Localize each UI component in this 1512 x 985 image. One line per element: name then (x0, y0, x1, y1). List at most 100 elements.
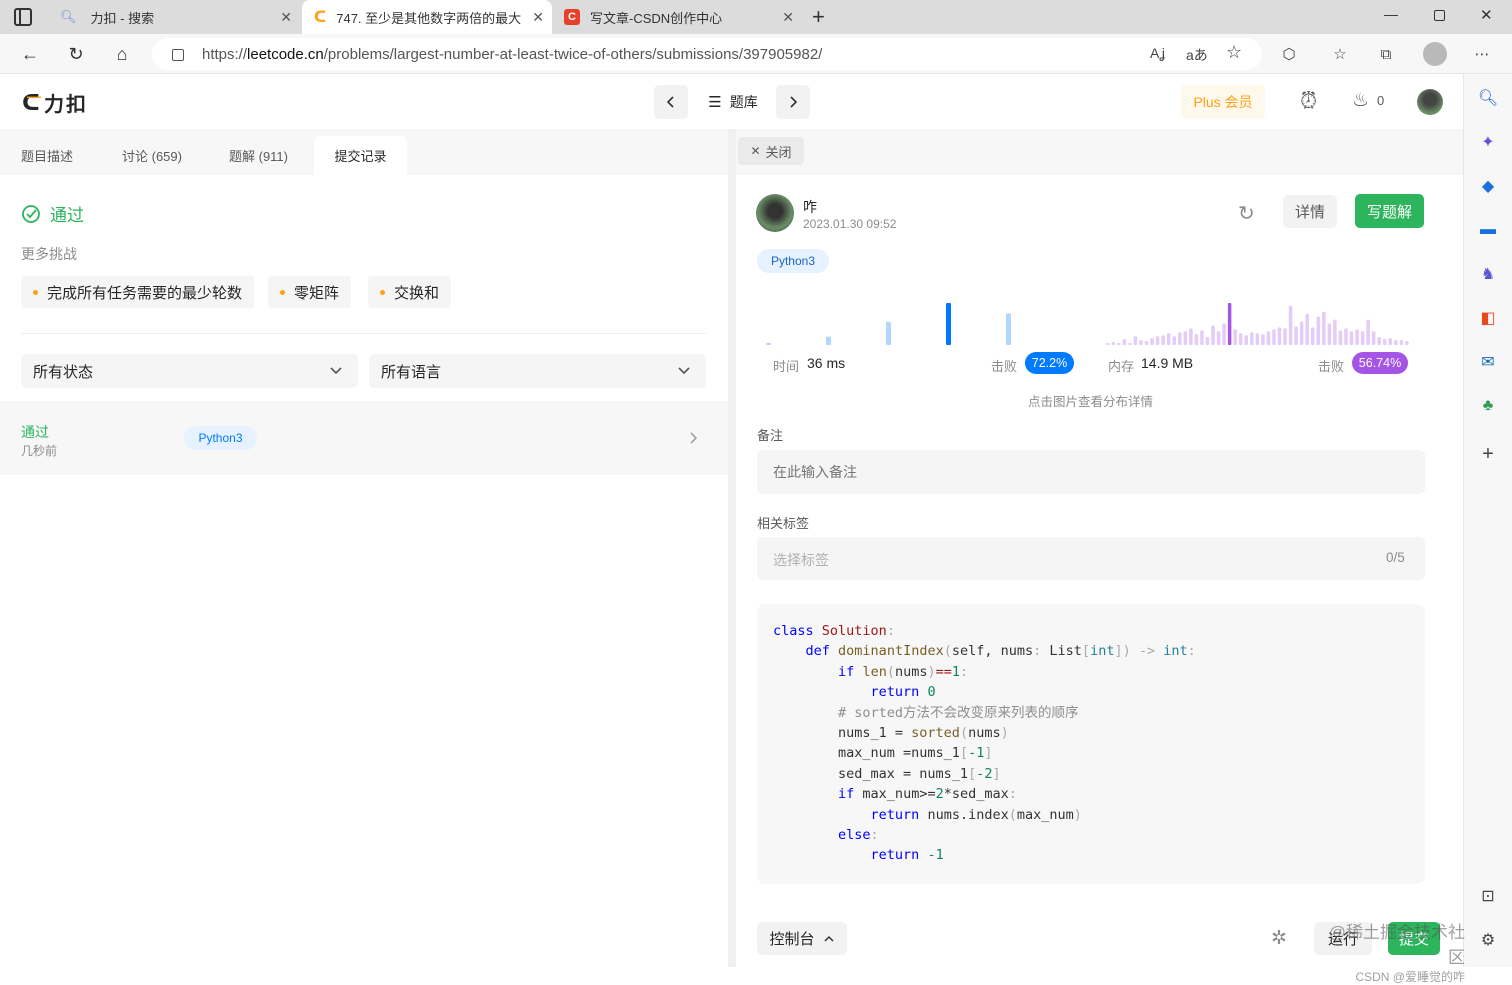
alarm-clock-icon[interactable]: ⏰︎ (1300, 88, 1317, 114)
collections-icon[interactable]: ⧉ (1374, 42, 1398, 66)
tab-description[interactable]: 题目描述 (21, 136, 73, 175)
outlook-icon[interactable]: ✉ (1476, 350, 1500, 374)
copilot-icon[interactable]: ✦ (1476, 130, 1500, 154)
console-button[interactable]: 控制台 (757, 922, 847, 955)
more-menu-icon[interactable]: ⋯ (1470, 42, 1494, 66)
home-button[interactable]: ⌂ (108, 40, 136, 68)
close-icon[interactable]: ✕ (782, 9, 794, 26)
submission-status: 通过 (21, 424, 49, 440)
back-button[interactable]: ← (16, 40, 44, 68)
status-filter-select[interactable]: 所有状态 (21, 354, 358, 388)
panel-divider[interactable] (728, 129, 736, 967)
plus-member-button[interactable]: Plus 会员 (1181, 85, 1265, 119)
next-problem-button[interactable] (776, 85, 810, 119)
problem-list-button[interactable]: ☰ 题库 (696, 85, 770, 119)
sidebar-toggle-icon[interactable]: ⊡ (1476, 884, 1500, 908)
chart-bar (1288, 305, 1293, 345)
favorites-icon[interactable]: ☆ (1328, 42, 1352, 66)
submission-time: 几秒前 (21, 444, 58, 458)
tab-solutions[interactable]: 题解 (911) (229, 136, 288, 175)
more-challenges-heading: 更多挑战 (21, 246, 77, 262)
submission-row[interactable]: 通过 几秒前 Python3 (0, 401, 728, 475)
window-close-button[interactable]: ✕ (1480, 6, 1493, 24)
challenge-chip[interactable]: 交换和 (368, 276, 452, 308)
result-label: 通过 (50, 206, 84, 225)
challenge-chip[interactable]: 零矩阵 (268, 276, 352, 308)
profile-avatar[interactable] (1423, 42, 1447, 66)
browser-sidebar: 🔍︎ ✦ ◆ ▬ ♞ ◧ ✉ ♣ + ⊡ ⚙ (1463, 74, 1512, 967)
result-status: 通过 (21, 201, 84, 226)
code-block[interactable]: class Solution: def dominantIndex(self, … (757, 604, 1425, 884)
tab-actions-icon[interactable] (14, 8, 32, 26)
minimize-button[interactable]: — (1384, 6, 1398, 22)
tab-label: 讨论 (659) (122, 149, 182, 164)
avatar[interactable] (756, 194, 794, 232)
logo[interactable]: ᑕ — 力扣 (22, 88, 88, 117)
leetcode-logo-icon: ᑕ — (22, 87, 41, 115)
chart-bar (1122, 339, 1127, 345)
browser-toolbar: ← ↻ ⌂ https://leetcode.cn/problems/large… (0, 34, 1512, 74)
close-tab-button[interactable]: ✕ 关闭 (738, 137, 804, 165)
memory-label: 内存 (1108, 359, 1135, 374)
close-icon[interactable]: ✕ (280, 9, 292, 26)
browser-tab-csdn[interactable]: C 写文章-CSDN创作中心 ✕ (552, 0, 802, 34)
chart-bar (1310, 327, 1315, 345)
language-filter-select[interactable]: 所有语言 (369, 354, 706, 388)
url-text[interactable]: https://leetcode.cn/problems/largest-num… (202, 46, 822, 63)
read-aloud-icon[interactable]: Aʝ (1150, 45, 1165, 61)
new-tab-button[interactable]: + (812, 4, 825, 30)
maximize-button[interactable] (1434, 10, 1445, 21)
challenge-chip[interactable]: 完成所有任务需要的最少轮数 (21, 276, 255, 308)
dot-icon (33, 289, 38, 295)
streak-button[interactable]: ♨ 0 (1352, 89, 1384, 112)
bug-icon[interactable]: ✲ (1271, 927, 1287, 950)
tags-select[interactable]: 选择标签 0/5 (757, 537, 1425, 580)
submit-label: 提交 (1398, 931, 1429, 948)
translate-icon[interactable]: aあ (1186, 45, 1208, 65)
close-icon[interactable]: ✕ (532, 9, 544, 26)
search-icon[interactable]: 🔍︎ (1476, 86, 1500, 110)
chart-bar (1255, 333, 1260, 345)
lock-icon[interactable] (172, 49, 184, 61)
browser-tab-search[interactable]: 🔍︎ 力扣 - 搜索 ✕ (48, 0, 300, 34)
share-icon[interactable]: ↻ (1238, 201, 1255, 226)
memory-beats-badge: 56.74% (1352, 352, 1408, 374)
language-label: Python3 (198, 431, 243, 445)
submit-button[interactable]: 提交 (1388, 922, 1440, 955)
chart-bar (1106, 343, 1110, 345)
reload-button[interactable]: ↻ (62, 40, 90, 68)
memory-distribution-chart[interactable] (1106, 291, 1411, 345)
chart-bar (1111, 342, 1116, 345)
site-header: ᑕ — 力扣 ☰ 题库 Plus 会员 ⏰︎ ♨ 0 (0, 74, 1463, 129)
browser-tab-active[interactable]: ᑕ 747. 至少是其他数字两倍的最大 ✕ (302, 0, 552, 34)
tags-placeholder: 选择标签 (773, 552, 829, 568)
chart-bar (1327, 323, 1332, 345)
shopping-tag-icon[interactable]: ◆ (1476, 174, 1500, 198)
chart-bar (1006, 313, 1011, 345)
tree-icon[interactable]: ♣ (1476, 394, 1500, 418)
address-bar[interactable]: https://leetcode.cn/problems/largest-num… (152, 38, 1262, 70)
office-icon[interactable]: ◧ (1476, 306, 1500, 330)
extensions-icon[interactable]: ⬡ (1277, 42, 1301, 66)
write-solution-button[interactable]: 写题解 (1355, 194, 1424, 228)
chart-bar (1244, 335, 1248, 345)
settings-icon[interactable]: ⚙ (1476, 928, 1500, 952)
tab-discussion[interactable]: 讨论 (659) (122, 136, 182, 175)
favorite-add-icon[interactable]: ☆ (1226, 42, 1242, 63)
run-button[interactable]: 运行 (1314, 922, 1372, 955)
details-button[interactable]: 详情 (1283, 195, 1337, 228)
add-icon[interactable]: + (1476, 442, 1500, 466)
chart-bar (1205, 337, 1210, 345)
tools-icon[interactable]: ▬ (1476, 218, 1500, 242)
runtime-distribution-chart[interactable] (766, 291, 1066, 345)
tab-submissions[interactable]: 提交记录 (314, 136, 407, 175)
user-name: 咋 (803, 199, 817, 215)
chart-bar (1277, 327, 1282, 345)
user-avatar[interactable] (1417, 89, 1443, 115)
games-icon[interactable]: ♞ (1476, 262, 1500, 286)
chart-bar (1233, 329, 1237, 345)
notes-input[interactable] (757, 450, 1425, 494)
prev-problem-button[interactable] (654, 85, 688, 119)
chart-bar (1250, 332, 1254, 345)
tab-title: 写文章-CSDN创作中心 (590, 10, 723, 26)
